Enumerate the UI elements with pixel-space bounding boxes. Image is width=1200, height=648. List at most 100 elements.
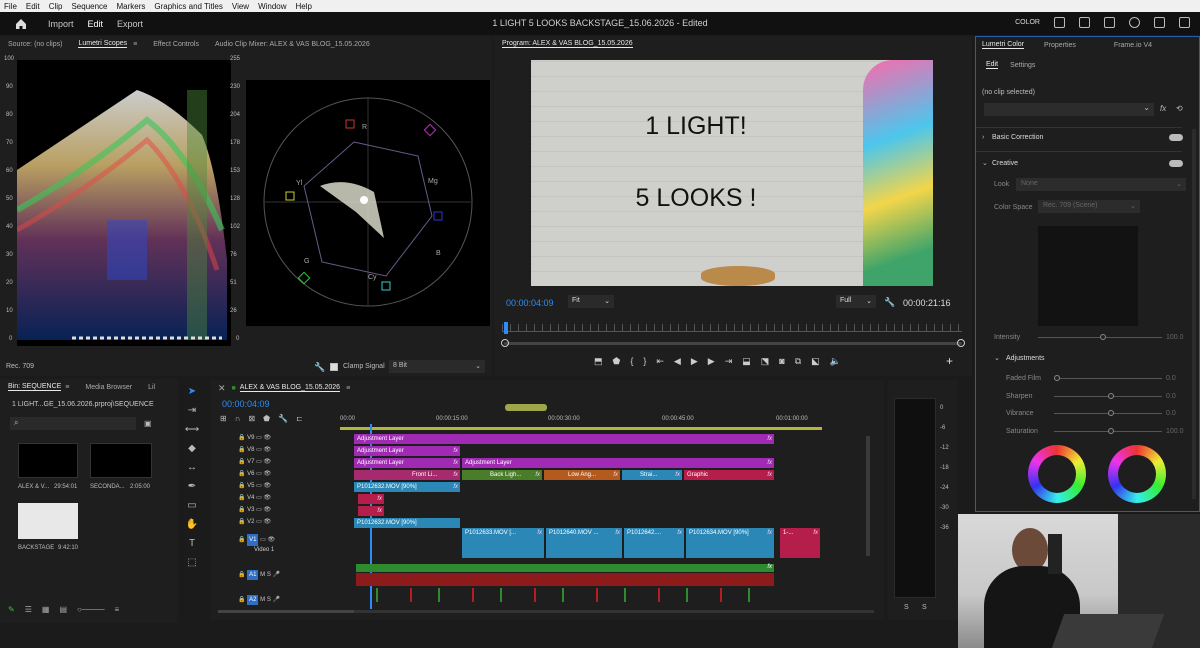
adjustment-slider[interactable] [1054,410,1162,416]
wrench-icon[interactable]: 🔧 [278,414,288,426]
bin-thumb-3[interactable] [18,503,78,539]
bin-search-input[interactable]: ⌕ [10,417,136,430]
clip-v1-a[interactable]: P1012633.MOV [... fx [462,528,544,558]
intensity-slider[interactable] [1038,334,1162,340]
audio-clip-a2[interactable] [350,588,774,602]
colorspace-select[interactable]: Rec. 709 (Scene) ⌄ [1038,200,1140,213]
list-view-icon[interactable]: ☰ [25,605,32,617]
panel-layout-icon[interactable] [1054,17,1065,28]
fit-select[interactable]: Fit ⌄ [568,295,614,308]
zoom-slider[interactable]: ○──── [77,605,105,617]
workspace-label[interactable]: COLOR [1015,19,1040,26]
menu-view[interactable]: View [232,2,249,11]
bit-depth-select[interactable]: 8 Bit ⌄ [389,360,485,373]
rectangle-tool-icon[interactable]: ▭ [187,500,196,511]
step-forward-icon[interactable]: ▶ [708,356,715,368]
tab-lumetri-scopes[interactable]: Lumetri Scopes [78,40,128,48]
clip-low-angle[interactable]: Low Ang... fx [544,470,620,480]
lift-icon[interactable]: ⬓ [742,356,751,368]
slider-knob[interactable] [1108,410,1114,416]
home-icon[interactable] [14,17,28,31]
menu-help[interactable]: Help [296,2,312,11]
mark-in-icon[interactable]: { [630,356,633,368]
menu-lines-icon[interactable] [1104,17,1115,28]
wrench-icon[interactable]: 🔧 [314,362,325,373]
clip-v1-c[interactable]: P1012642.... fx [624,528,684,558]
new-bin-icon[interactable]: ▣ [144,419,152,428]
marker-icon[interactable]: ⬟ [613,356,621,368]
settings-icon[interactable]: ⬕ [811,356,820,368]
tab-media-browser[interactable]: Media Browser [85,384,132,391]
tab-edit[interactable]: Edit [88,19,104,29]
clip-v1-b[interactable]: P1012640.MOV ... fx [546,528,622,558]
camera-icon[interactable]: ◙ [779,356,784,368]
menu-window[interactable]: Window [258,2,286,11]
add-button-icon[interactable]: + [946,354,953,368]
basic-correction-toggle[interactable] [1169,134,1183,141]
search-zoom-icon[interactable] [1129,17,1140,28]
adjustment-slider[interactable] [1054,375,1162,381]
step-back-icon[interactable]: ◀ [674,356,681,368]
basic-correction-header[interactable]: Basic Correction [992,134,1043,141]
volume-icon[interactable]: 🔈 [830,356,841,368]
solo-left[interactable]: S [904,604,909,611]
slider-knob[interactable] [1108,427,1114,434]
clip-adjustment-v7a[interactable]: Adjustment Layer fx [354,458,460,468]
freeform-view-icon[interactable]: ▤ [59,605,67,617]
chevron-down-icon[interactable]: ⌄ [982,159,988,167]
clip-v2[interactable]: P1012632.MOV [90%] [354,518,460,528]
ripple-edit-icon[interactable]: ⟷ [185,424,199,435]
type-tool-icon[interactable]: T [189,538,195,549]
clip-v5[interactable]: P1012632.MOV [90%] fx [354,482,460,492]
mark-out-icon[interactable]: } [643,356,646,368]
timeline-h-scroll[interactable] [354,610,874,613]
shadow-tint-wheel[interactable] [1028,445,1086,503]
clip-v1-d[interactable]: P1012634.MOV [90%] fx [686,528,774,558]
program-title[interactable]: Program: ALEX & VAS BLOG_15.05.2026 [502,40,633,48]
solo-right[interactable]: S [922,604,927,611]
go-to-in-icon[interactable]: ⇤ [656,356,664,368]
sequence-tab[interactable]: ALEX & VAS BLOG_15.05.2026 [239,384,341,392]
icon-view-icon[interactable]: ▦ [42,605,50,617]
clip-select-dropdown[interactable]: ⌄ [984,103,1154,116]
tab-frameio[interactable]: Frame.io V4 [1114,42,1152,49]
clip-v1-e[interactable]: 1-... fx [780,528,820,558]
menu-edit[interactable]: Edit [26,2,40,11]
timeline-h-scroll-left[interactable] [218,610,354,613]
slider-knob[interactable] [1054,375,1060,381]
slip-tool-icon[interactable]: ↔ [187,462,197,473]
snap-icon[interactable]: ∩ [235,414,241,426]
timeline-v-scroll[interactable] [866,436,870,556]
clip-back-light[interactable]: Back Ligh... fx [462,470,542,480]
subtab-settings[interactable]: Settings [1010,62,1035,69]
tab-audio-mixer[interactable]: Audio Clip Mixer: ALEX & VAS BLOG_15.05.… [215,41,370,48]
transform-tool-icon[interactable]: ⬚ [187,557,196,568]
play-icon[interactable]: ▶ [691,356,698,368]
tab-source[interactable]: Source: (no clips) [8,41,62,48]
razor-icon[interactable]: ◆ [188,443,196,454]
compare-icon[interactable]: ⧉ [795,356,801,368]
menu-file[interactable]: File [4,2,17,11]
program-scrollbar[interactable] [501,339,965,347]
clip-straight[interactable]: Strai... fx [622,470,682,480]
captions-icon[interactable]: ⊏ [296,414,303,426]
add-marker-icon[interactable]: ⬒ [594,356,603,368]
timeline-ruler[interactable]: 00:00 00:00:15:00 00:00:30:00 00:00:45:0… [340,402,870,430]
clip-v3[interactable]: fx [358,506,384,516]
chevron-down-icon[interactable]: ⌄ [994,354,1000,362]
clip-front-light[interactable]: Front Li... fx [354,470,460,480]
tab-properties[interactable]: Properties [1044,42,1076,49]
tab-bin[interactable]: Bin: SEQUENCE [8,383,62,391]
bin-thumb-1[interactable] [18,443,78,478]
adjustments-header[interactable]: Adjustments [1006,355,1045,362]
clip-adjustment-v8[interactable]: Adjustment Layer fx [354,446,460,456]
menu-clip[interactable]: Clip [49,2,63,11]
menu-markers[interactable]: Markers [117,2,146,11]
clamp-checkbox[interactable] [330,363,338,371]
fullscreen-icon[interactable] [1179,17,1190,28]
fx-icon[interactable]: fx [1160,104,1166,113]
track-select-icon[interactable]: ⇥ [188,405,196,416]
timeline-timecode[interactable]: 00:00:04:09 [222,399,270,409]
menu-graphics[interactable]: Graphics and Titles [154,2,222,11]
highlight-tint-wheel[interactable] [1108,445,1166,503]
